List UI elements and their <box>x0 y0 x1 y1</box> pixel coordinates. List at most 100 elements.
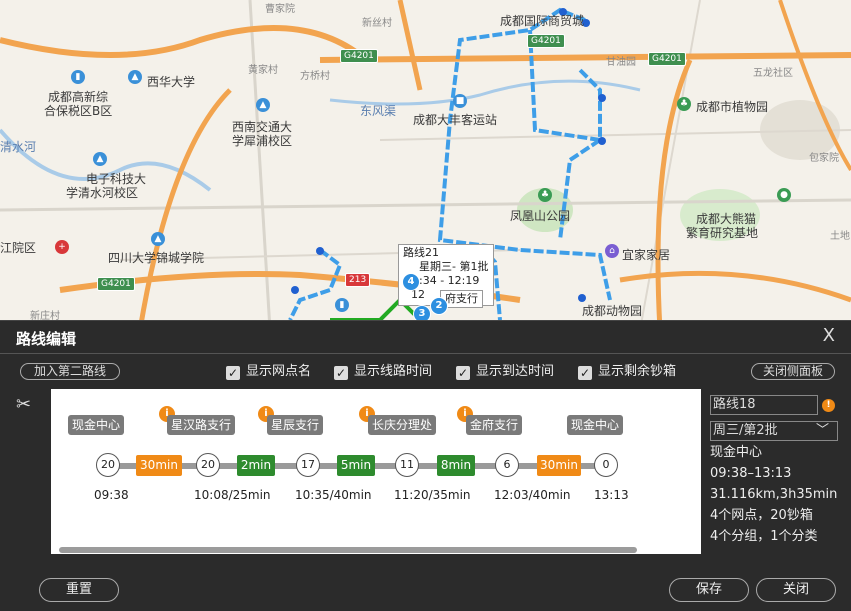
checkbox-label: 显示网点名 <box>246 364 312 379</box>
map-label: 宜家家居 <box>622 248 671 262</box>
checkbox-label: 显示到达时间 <box>476 364 555 379</box>
map-label: 学犀浦校区 <box>232 134 293 148</box>
map-label: 学清水河校区 <box>66 186 139 200</box>
tooltip-time: :34 - 12:19 <box>419 274 480 287</box>
route-name-field[interactable]: 路线18 <box>710 395 818 415</box>
shop-icon: ⌂ <box>605 244 619 258</box>
arrival-time: 11:20/35min <box>394 488 471 502</box>
stop-node[interactable]: 20 <box>96 453 120 477</box>
route-edit-panel: 路线编辑 X 加入第二路线 ✓ 显示网点名 ✓ 显示线路时间 ✓ 显示到达时间 ✓ 显示… <box>0 320 851 611</box>
stop-label[interactable]: 金府支行 <box>466 415 523 435</box>
school-icon: ▲ <box>256 98 270 112</box>
map-label: 成都大熊猫 <box>696 212 757 226</box>
close-side-panel-button[interactable]: 关闭侧面板 <box>751 363 835 380</box>
map-label: 合保税区B区 <box>44 104 113 118</box>
road-shield: G4201 <box>648 52 686 66</box>
stop-label[interactable]: 星辰支行 <box>267 415 324 435</box>
checkbox-show-route-time[interactable]: ✓ 显示线路时间 <box>334 363 432 381</box>
map-label: 成都国际商贸城 <box>500 14 585 28</box>
map-label: 成都市植物园 <box>696 100 769 114</box>
route-marker[interactable]: 2 <box>430 297 448 315</box>
close-icon[interactable]: X <box>823 325 835 346</box>
arrival-time: 10:35/40min <box>295 488 372 502</box>
route-distance: 31.116km,3h35min <box>710 487 838 502</box>
divider <box>0 353 851 354</box>
stop-node[interactable]: 0 <box>594 453 618 477</box>
map-label: 凤凰山公园 <box>510 209 571 223</box>
garden-icon: ♣ <box>677 97 691 111</box>
route-marker[interactable]: 4 <box>402 273 420 291</box>
map-view[interactable]: 成都国际商贸城 曹家院 新丝村 西华大学 成都高新综 合保税区B区 黄家村 方桥… <box>0 0 851 330</box>
map-label: 电子科技大 <box>86 172 147 186</box>
add-second-route-button[interactable]: 加入第二路线 <box>20 363 120 380</box>
save-button[interactable]: 保存 <box>669 578 749 602</box>
map-label: 新丝村 <box>362 18 392 29</box>
map-label: 黄家村 <box>248 65 278 76</box>
stop-label[interactable]: 长庆分理处 <box>368 415 437 435</box>
arrival-time: 09:38 <box>94 488 129 502</box>
map-label: 五龙社区 <box>753 68 793 79</box>
school-icon: ▲ <box>128 70 142 84</box>
arrival-time: 10:08/25min <box>194 488 271 502</box>
checkbox-icon[interactable]: ✓ <box>578 366 592 380</box>
road-shield: G4201 <box>97 277 135 291</box>
road-shield: 213 <box>345 273 371 287</box>
route-stops-info: 4个网点，20钞箱 <box>710 508 813 523</box>
travel-segment: 30min <box>136 455 182 476</box>
map-label: 清水河 <box>0 140 37 154</box>
map-label: 成都动物园 <box>582 304 643 318</box>
map-label: 成都高新综 <box>48 90 109 104</box>
park-icon: ♣ <box>538 188 552 202</box>
hospital-icon: + <box>55 240 69 254</box>
map-label: 土地 <box>830 231 850 242</box>
map-label: 西南交通大 <box>232 120 293 134</box>
stop-node[interactable]: 6 <box>495 453 519 477</box>
checkbox-icon[interactable]: ✓ <box>334 366 348 380</box>
map-label: 甘油园 <box>606 57 636 68</box>
map-label: 江院区 <box>0 241 37 255</box>
map-label: 方桥村 <box>300 71 330 82</box>
travel-segment: 5min <box>337 455 375 476</box>
map-label: 成都大丰客运站 <box>413 113 498 127</box>
batch-select[interactable]: 周三/第2批 ﹀ <box>710 421 838 441</box>
close-button[interactable]: 关闭 <box>756 578 836 602</box>
checkbox-label: 显示剩余钞箱 <box>598 364 677 379</box>
route-timeline: 现金中心 i 星汉路支行 i 星辰支行 i 长庆分理处 i 金府支行 现金中心 … <box>51 389 701 554</box>
map-label: 曹家院 <box>265 4 295 15</box>
route-origin: 现金中心 <box>710 445 763 460</box>
reset-button[interactable]: 重置 <box>39 578 119 602</box>
travel-segment: 2min <box>237 455 275 476</box>
map-label: 东风渠 <box>360 104 397 118</box>
tooltip-route-name: 路线21 <box>403 246 439 259</box>
travel-segment: 8min <box>437 455 475 476</box>
stop-label[interactable]: 现金中心 <box>567 415 624 435</box>
road-shield: G4201 <box>340 49 378 63</box>
checkbox-show-stop-name[interactable]: ✓ 显示网点名 <box>226 363 311 381</box>
batch-value: 周三/第2批 <box>713 423 778 438</box>
stop-label[interactable]: 星汉路支行 <box>167 415 236 435</box>
checkbox-icon[interactable]: ✓ <box>456 366 470 380</box>
school-icon: ▲ <box>151 232 165 246</box>
warning-icon[interactable]: ! <box>822 399 835 412</box>
stop-node[interactable]: 11 <box>395 453 419 477</box>
map-label: 包家院 <box>809 153 839 164</box>
horizontal-scrollbar[interactable] <box>59 547 637 553</box>
stop-label[interactable]: 现金中心 <box>68 415 125 435</box>
checkbox-icon[interactable]: ✓ <box>226 366 240 380</box>
chevron-down-icon: ﹀ <box>815 423 829 438</box>
school-icon: ▲ <box>93 152 107 166</box>
arrival-time: 13:13 <box>594 488 629 502</box>
route-time-range: 09:38–13:13 <box>710 466 792 481</box>
scissors-icon[interactable]: ✂ <box>16 394 31 415</box>
map-label: 西华大学 <box>147 75 196 89</box>
bus-station-icon: ■ <box>453 94 467 108</box>
checkbox-label: 显示线路时间 <box>354 364 433 379</box>
map-label: 四川大学锦城学院 <box>108 251 205 265</box>
arrival-time: 12:03/40min <box>494 488 571 502</box>
checkbox-show-remaining-boxes[interactable]: ✓ 显示剩余钞箱 <box>578 363 676 381</box>
building-icon: ▮ <box>335 298 349 312</box>
stop-node[interactable]: 20 <box>196 453 220 477</box>
panel-title: 路线编辑 <box>16 330 77 348</box>
stop-node[interactable]: 17 <box>296 453 320 477</box>
checkbox-show-arrival-time[interactable]: ✓ 显示到达时间 <box>456 363 554 381</box>
